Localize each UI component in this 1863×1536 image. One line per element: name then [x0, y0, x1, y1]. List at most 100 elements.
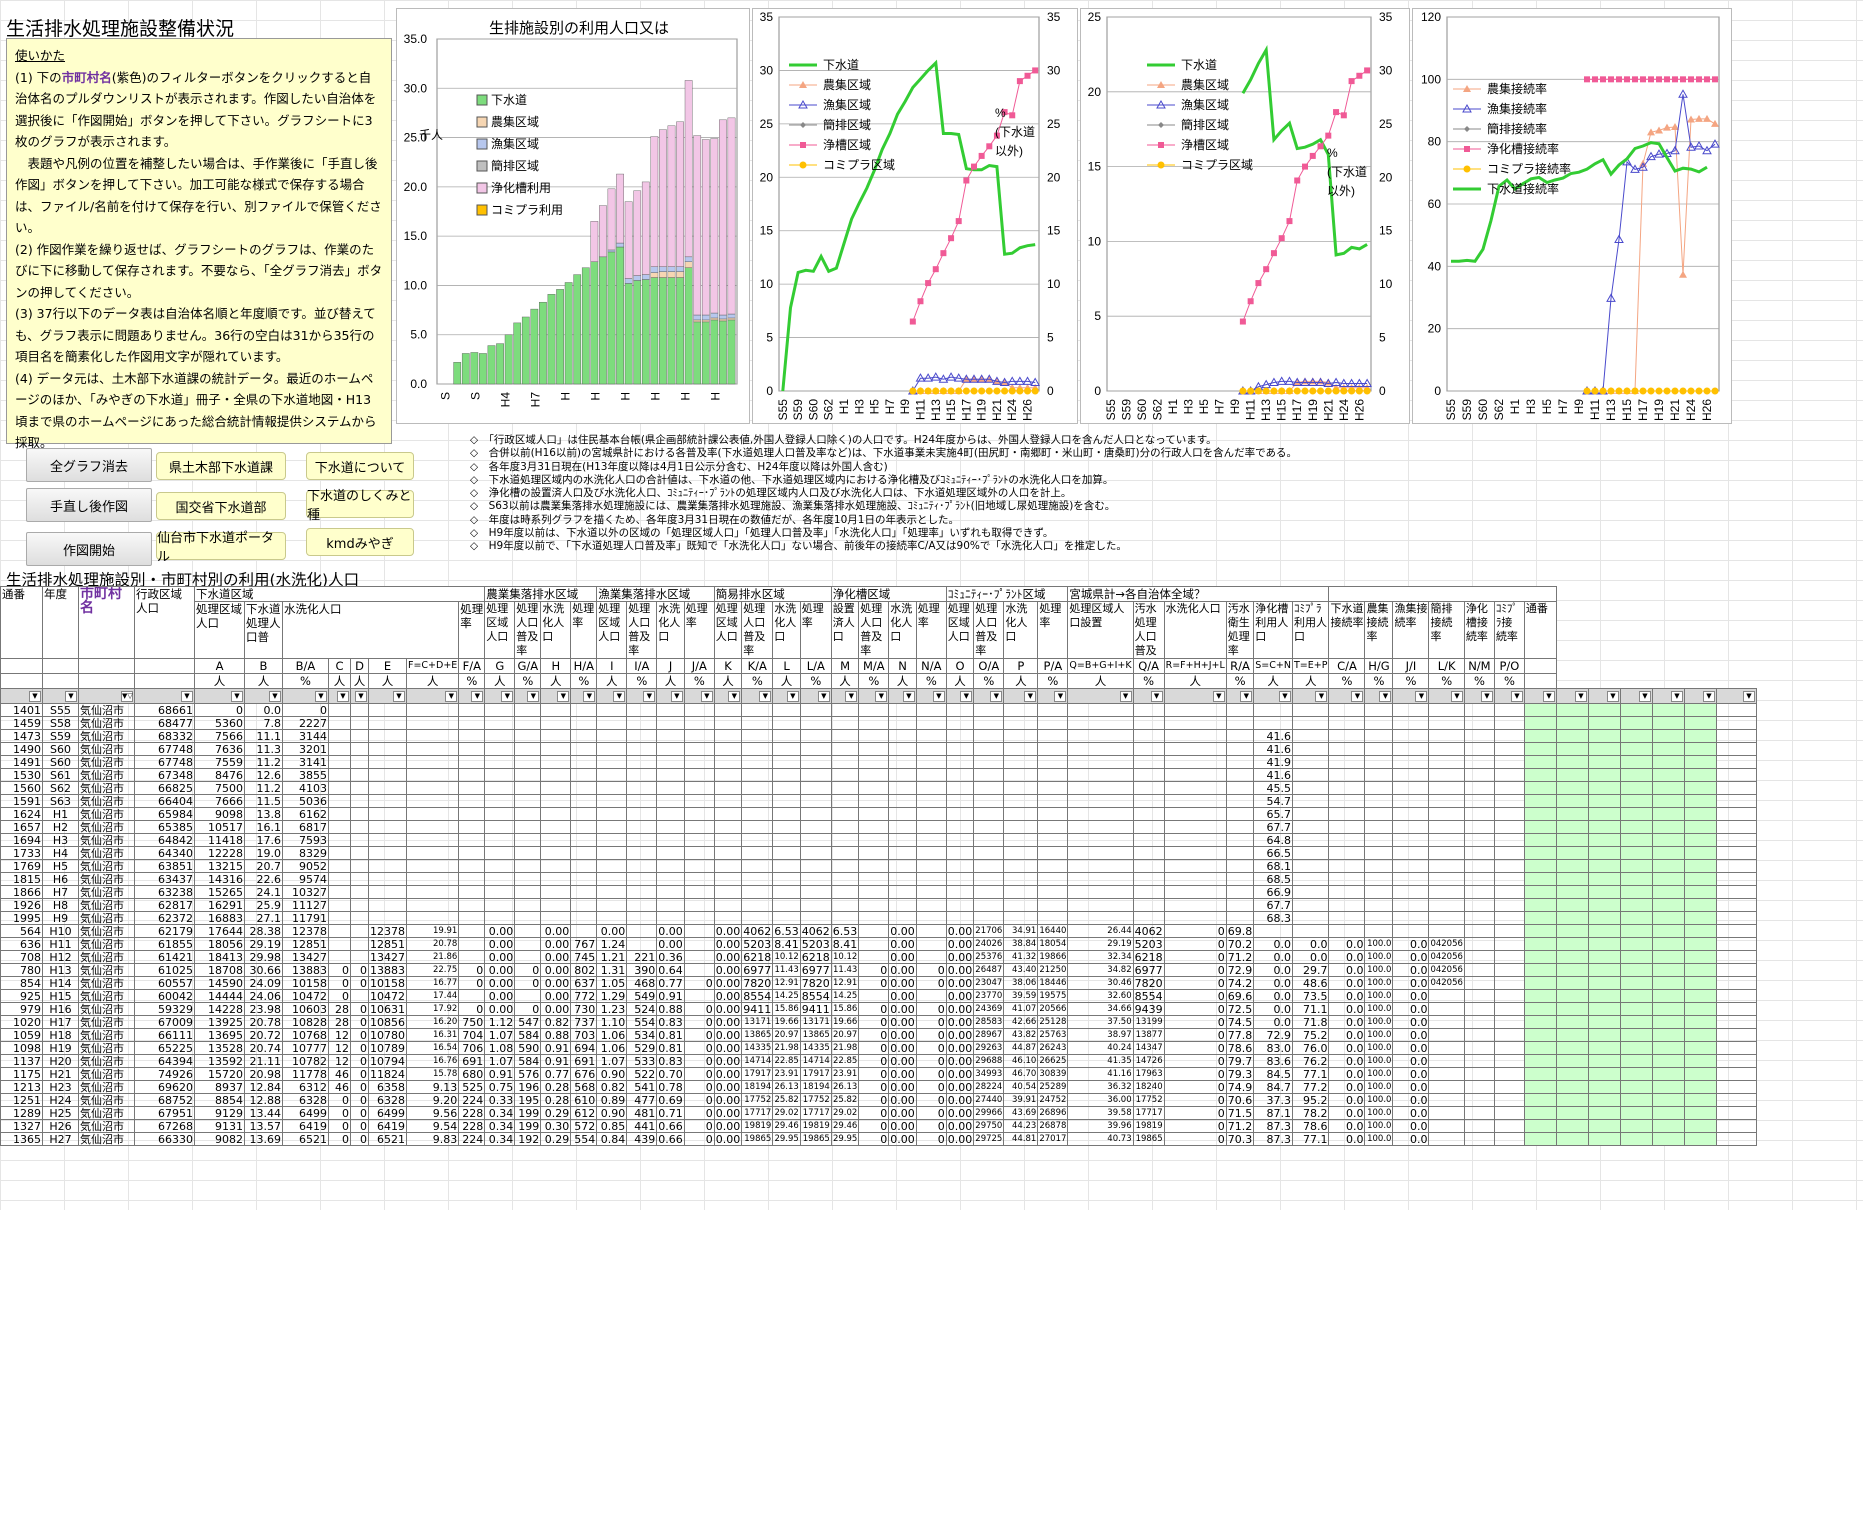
filter-button[interactable]: ▼	[670, 691, 683, 702]
clear-all-graphs-button[interactable]: 全グラフ消去	[26, 448, 152, 482]
filter-button[interactable]: ▼	[1415, 691, 1428, 702]
data-cell	[328, 872, 351, 886]
data-cell	[350, 768, 369, 782]
filter-button[interactable]: ▼	[1212, 691, 1225, 702]
filter-button[interactable]: ▼	[181, 691, 193, 702]
filter-button[interactable]: ▼	[932, 691, 945, 702]
filter-button[interactable]: ▼	[557, 691, 570, 702]
data-cell: 042056	[1428, 976, 1465, 990]
filter-button[interactable]: ▼	[817, 691, 830, 702]
filter-button[interactable]: ▼	[1638, 691, 1651, 702]
filter-button[interactable]: ▼	[269, 691, 281, 702]
legend-label: 簡排接続率	[1487, 121, 1547, 136]
data-cell: 0.0	[1392, 1015, 1430, 1029]
pref-sewer-link[interactable]: 県土木部下水道課	[156, 452, 286, 480]
filter-button[interactable]: ▼	[1054, 691, 1067, 702]
filter-button[interactable]: ▼	[1510, 691, 1523, 702]
hdr-sub: 処理区域人口	[945, 601, 975, 659]
data-cell: 21250	[1037, 963, 1069, 977]
data-cell	[328, 716, 351, 730]
filter-button[interactable]: ▼	[1606, 691, 1619, 702]
data-cell	[683, 794, 715, 808]
city-filter-button[interactable]: ▼▽	[121, 691, 133, 702]
filter-button[interactable]: ▼	[1542, 691, 1555, 702]
data-cell: 534	[626, 1028, 658, 1042]
sendai-portal-link[interactable]: 仙台市下水道ポータル	[156, 531, 286, 565]
filter-button[interactable]: ▼	[728, 691, 741, 702]
filter-button[interactable]: ▼	[1351, 691, 1364, 702]
sewer-mechanism-link[interactable]: 下水道のしくみと種	[306, 489, 414, 523]
hdr-letter: P/A	[1037, 658, 1069, 674]
filter-button[interactable]: ▼	[875, 691, 888, 702]
filter-button[interactable]: ▼	[65, 691, 77, 702]
data-cell: 1137	[0, 1054, 43, 1068]
data-cell: 10777	[282, 1041, 329, 1055]
data-cell: 0.00	[888, 1041, 917, 1055]
chart-population[interactable]: 生排施設別の利用人口又は水洗化人口の推移(気仙沼市)0.05.010.015.0…	[396, 8, 750, 424]
data-cell	[1651, 807, 1685, 821]
filter-button[interactable]: ▼	[759, 691, 772, 702]
start-drawing-button[interactable]: 作図開始	[26, 532, 152, 566]
filter-button[interactable]: ▼	[231, 691, 243, 702]
filter-button[interactable]: ▼	[527, 691, 540, 702]
filter-button[interactable]: ▼	[583, 691, 596, 702]
filter-button[interactable]: ▼	[1278, 691, 1291, 702]
filter-button[interactable]: ▼	[1450, 691, 1463, 702]
about-sewer-link[interactable]: 下水道について	[306, 452, 414, 480]
data-cell	[1555, 846, 1589, 860]
data-cell: 18240	[1132, 1080, 1165, 1094]
filter-button[interactable]: ▼	[1315, 691, 1328, 702]
kmd-link[interactable]: kmdみやぎ	[306, 528, 414, 556]
chart-coverage[interactable]: 生排施設別普及率の推移(気仙沼市)05101520253035051015202…	[752, 8, 1078, 424]
data-cell	[830, 768, 860, 782]
data-cell	[858, 872, 890, 886]
chart-treatment[interactable]: 生排施設別処理率の推移(気仙沼市)05101520250510152025303…	[1080, 8, 1410, 424]
filter-button[interactable]: ▼	[960, 691, 973, 702]
mlit-sewer-link[interactable]: 国交省下水道部	[156, 492, 286, 520]
data-cell	[683, 911, 715, 925]
filter-button[interactable]: ▼	[393, 691, 405, 702]
filter-button[interactable]: ▼	[786, 691, 799, 702]
legend-label: コミプラ利用	[491, 203, 563, 217]
filter-button[interactable]: ▼	[700, 691, 713, 702]
filter-button[interactable]: ▼	[845, 691, 858, 702]
y2-tick-label: 15	[1047, 224, 1061, 238]
redraw-button[interactable]: 手直し後作図	[26, 488, 152, 522]
filter-button[interactable]: ▼	[29, 691, 41, 702]
data-cell: 0.34	[484, 1106, 516, 1120]
filter-button[interactable]: ▼	[1379, 691, 1392, 702]
filter-button[interactable]: ▼	[337, 691, 349, 702]
data-cell: 610	[570, 1093, 598, 1107]
filter-button[interactable]: ▼	[1574, 691, 1587, 702]
data-cell	[1619, 937, 1653, 951]
filter-button[interactable]: ▼	[643, 691, 656, 702]
filter-button[interactable]: ▼	[1480, 691, 1493, 702]
filter-cell: ▼	[656, 688, 685, 704]
bar-segment	[496, 343, 504, 385]
chart-connection[interactable]: 生排施設別接続率の推移(気仙沼市)020406080100120農集接続率漁集接…	[1412, 8, 1732, 424]
bar-segment	[650, 136, 659, 267]
data-point	[1032, 67, 1039, 74]
data-cell	[741, 729, 774, 743]
filter-button[interactable]: ▼	[355, 691, 367, 702]
filter-button[interactable]: ▼	[1742, 691, 1755, 702]
filter-button[interactable]: ▼	[613, 691, 626, 702]
data-cell	[1037, 807, 1069, 821]
data-cell	[626, 898, 658, 912]
filter-button[interactable]: ▼	[1240, 691, 1253, 702]
filter-button[interactable]: ▼	[315, 691, 327, 702]
data-cell	[1555, 937, 1589, 951]
filter-button[interactable]: ▼	[1119, 691, 1132, 702]
filter-button[interactable]: ▼	[501, 691, 514, 702]
filter-button[interactable]: ▼	[1024, 691, 1037, 702]
filter-button[interactable]: ▼	[902, 691, 915, 702]
filter-button[interactable]: ▼	[990, 691, 1003, 702]
filter-button[interactable]: ▼	[1150, 691, 1163, 702]
filter-button[interactable]: ▼	[1670, 691, 1683, 702]
filter-button[interactable]: ▼	[471, 691, 484, 702]
filter-button[interactable]: ▼	[445, 691, 458, 702]
data-cell: 0.00	[713, 989, 743, 1003]
data-cell: 0.00	[713, 1028, 743, 1042]
filter-button[interactable]: ▼	[1702, 691, 1715, 702]
bar-segment	[659, 277, 667, 385]
